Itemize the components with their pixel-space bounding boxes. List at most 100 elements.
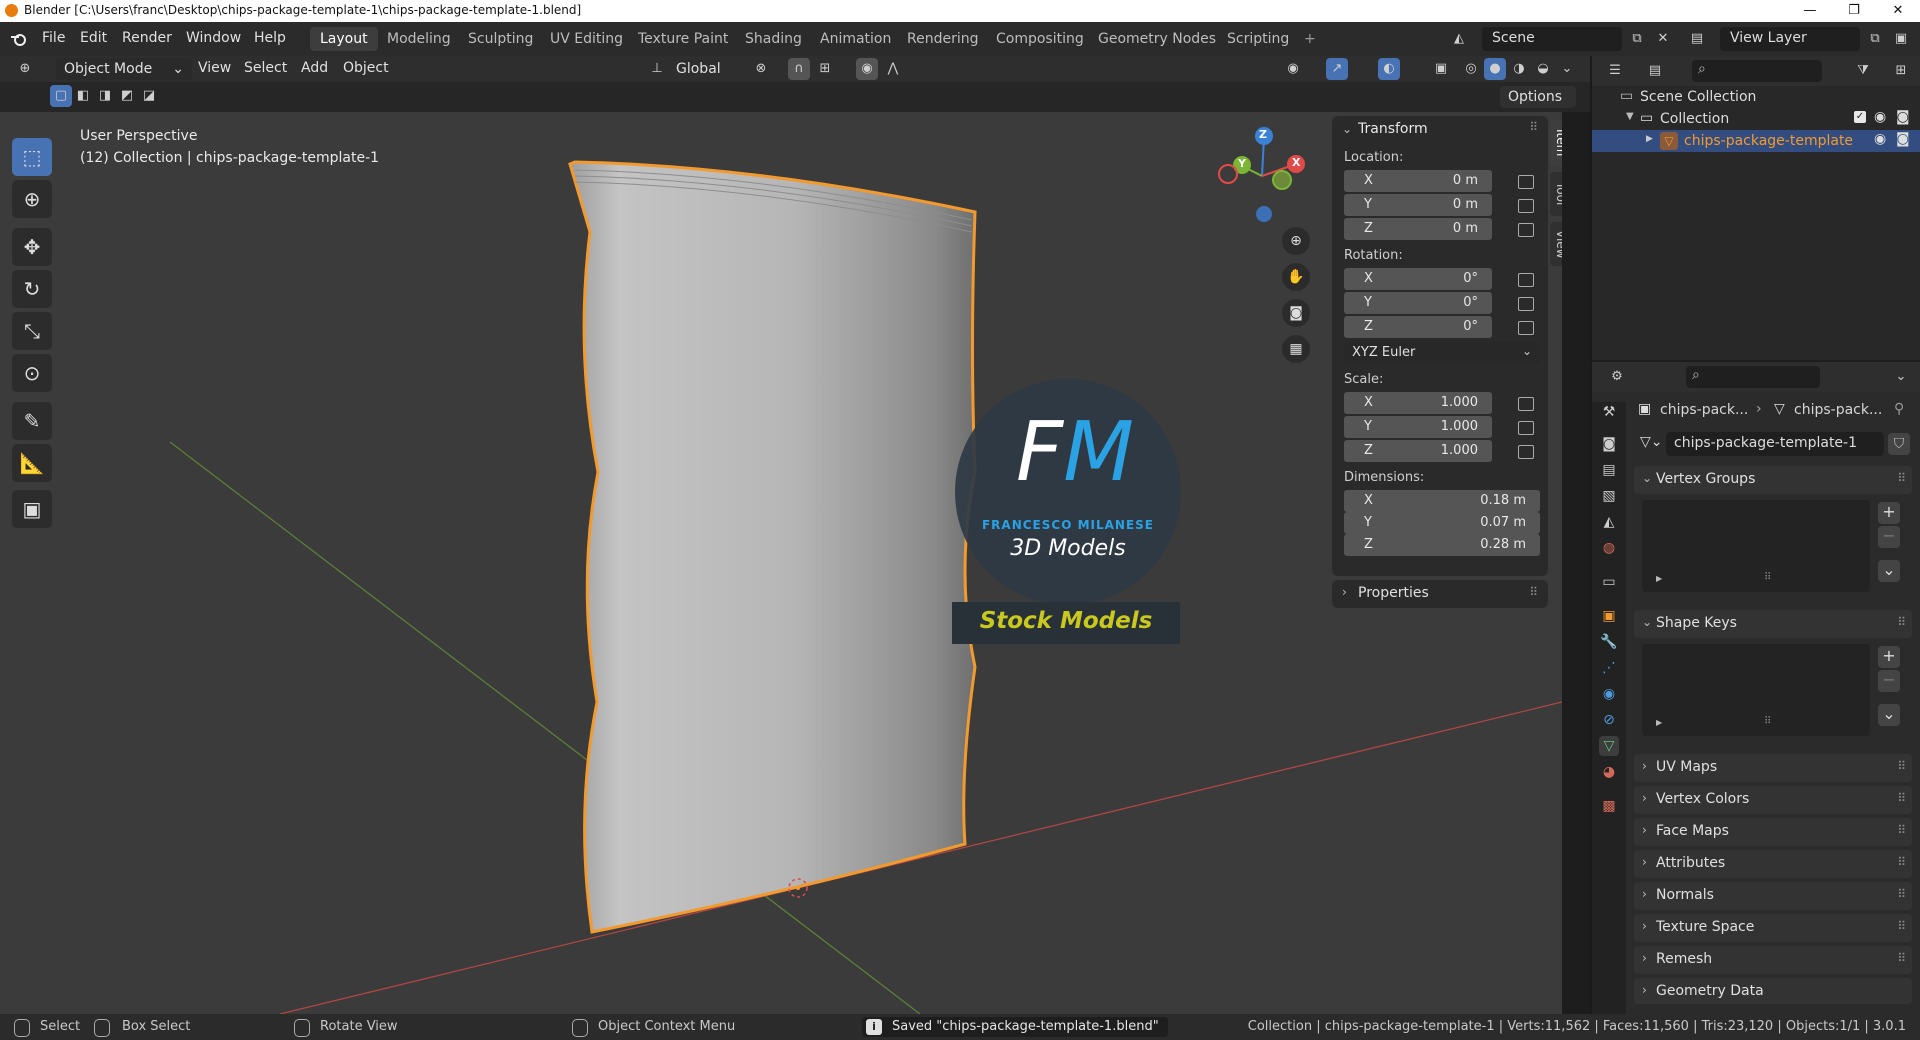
properties-editor-icon[interactable]: ⚙	[1606, 366, 1628, 388]
visibility-icon[interactable]: ◉	[1282, 58, 1304, 80]
outliner-search-input[interactable]: ⌕	[1692, 60, 1822, 82]
eye-icon[interactable]: ◉	[1874, 109, 1886, 125]
outliner-editor-icon[interactable]: ☰	[1604, 60, 1626, 82]
expand-arrow-icon[interactable]: ▶	[1656, 574, 1662, 583]
zoom-icon[interactable]: ⊕	[1282, 227, 1310, 255]
tab-geometry-nodes[interactable]: Geometry Nodes	[1088, 27, 1226, 51]
remove-shape-key-button[interactable]: −	[1878, 670, 1900, 692]
texture-tab-icon[interactable]: ▩	[1599, 796, 1619, 816]
editor-type-icon[interactable]: ⊕	[14, 58, 36, 80]
dimension-z-field[interactable]: Z 0.28 m	[1344, 534, 1540, 556]
view-layer-tab-icon[interactable]: ▧	[1599, 486, 1619, 506]
pan-hand-icon[interactable]: ✋	[1282, 263, 1310, 291]
outliner-row-scene-collection[interactable]: ▭ Scene Collection	[1592, 86, 1920, 108]
scene-tab-icon[interactable]: ◭	[1599, 512, 1619, 532]
move-tool-button[interactable]: ✥	[12, 228, 52, 266]
dimension-x-field[interactable]: X 0.18 m	[1344, 490, 1540, 512]
tab-uv-editing[interactable]: UV Editing	[540, 27, 633, 51]
menu-window[interactable]: Window	[186, 30, 241, 46]
menu-object[interactable]: Object	[343, 60, 389, 76]
3d-viewport[interactable]: FM FRANCESCO MILANESE 3D Models Stock Mo…	[0, 112, 1562, 1014]
tab-sculpting[interactable]: Sculpting	[458, 27, 543, 51]
mode-dropdown[interactable]: Object Mode ⌄	[56, 58, 192, 80]
select-extend-icon[interactable]: ◧	[72, 85, 94, 107]
lock-icon[interactable]	[1518, 223, 1534, 237]
expand-arrow-icon[interactable]: ▼	[1626, 111, 1634, 122]
measure-tool-button[interactable]: 📐	[12, 444, 52, 482]
xray-icon[interactable]: ▣	[1430, 58, 1452, 80]
view-layer-selector[interactable]: View Layer	[1720, 27, 1860, 51]
panel-attributes[interactable]: › Attributes ⠿	[1634, 850, 1912, 878]
transform-header[interactable]: Transform	[1358, 121, 1428, 137]
collection-tab-icon[interactable]: ▭	[1599, 572, 1619, 592]
tab-scripting[interactable]: Scripting	[1217, 27, 1299, 51]
lock-icon[interactable]	[1518, 397, 1534, 411]
select-invert-icon[interactable]: ◩	[116, 85, 138, 107]
location-x-field[interactable]: X 0 m	[1344, 170, 1492, 192]
panel-geometry-data[interactable]: › Geometry Data	[1634, 978, 1912, 1004]
add-workspace-button[interactable]: +	[1294, 27, 1326, 51]
mesh-name-field[interactable]: chips-package-template-1	[1666, 432, 1884, 456]
sidebar-tab-tool[interactable]: Tool	[1550, 172, 1562, 216]
wireframe-shading-icon[interactable]: ◎	[1460, 58, 1482, 80]
panel-face-maps[interactable]: › Face Maps ⠿	[1634, 818, 1912, 846]
tab-texture-paint[interactable]: Texture Paint	[628, 27, 738, 51]
display-mode-icon[interactable]: ▤	[1644, 60, 1666, 82]
rotate-tool-button[interactable]: ↻	[12, 270, 52, 308]
select-tool-button[interactable]: ⬚	[12, 138, 52, 176]
object-tab-icon[interactable]: ▣	[1599, 606, 1619, 626]
rotation-y-field[interactable]: Y 0°	[1344, 292, 1492, 314]
lock-icon[interactable]	[1518, 273, 1534, 287]
panel-normals[interactable]: › Normals ⠿	[1634, 882, 1912, 910]
vertex-group-menu-button[interactable]: ⌄	[1878, 560, 1900, 582]
scene-icon[interactable]: ◭	[1448, 28, 1470, 50]
vertex-groups-list[interactable]: ▶ ⠿	[1642, 500, 1870, 592]
delete-view-layer-icon[interactable]: ▣	[1890, 28, 1912, 50]
panel-texture-space[interactable]: › Texture Space ⠿	[1634, 914, 1912, 942]
delete-scene-icon[interactable]: ✕	[1652, 28, 1674, 50]
new-scene-icon[interactable]: ⧉	[1626, 28, 1648, 50]
orientation-dropdown[interactable]: Global	[668, 58, 756, 80]
physics-tab-icon[interactable]: ◉	[1599, 684, 1619, 704]
shape-key-menu-button[interactable]: ⌄	[1878, 704, 1900, 726]
sidebar-tab-view[interactable]: View	[1550, 222, 1562, 266]
rendered-shading-icon[interactable]: ◒	[1532, 58, 1554, 80]
snap-target-icon[interactable]: ⊞	[814, 58, 836, 80]
tab-shading[interactable]: Shading	[735, 27, 812, 51]
camera-render-icon[interactable]: ◙	[1896, 131, 1910, 147]
include-checkbox[interactable]: ✓	[1854, 111, 1866, 123]
outliner-row-object[interactable]: ▶ ▽ chips-package-template ◉ ◙	[1592, 130, 1920, 152]
menu-edit[interactable]: Edit	[80, 30, 107, 46]
select-new-icon[interactable]: ▢	[50, 85, 72, 107]
new-view-layer-icon[interactable]: ⧉	[1864, 28, 1886, 50]
new-collection-icon[interactable]: ⊞	[1890, 60, 1912, 82]
lock-icon[interactable]	[1518, 199, 1534, 213]
add-cube-tool-button[interactable]: ▣	[12, 490, 52, 528]
pivot-icon[interactable]: ⊗	[750, 58, 772, 80]
outliner-row-collection[interactable]: ▼ ▭ Collection ✓ ◉ ◙	[1592, 108, 1920, 130]
panel-vertex-groups[interactable]: ⌄ Vertex Groups ⠿	[1634, 466, 1912, 494]
tab-rendering[interactable]: Rendering	[897, 27, 989, 51]
dimension-y-field[interactable]: Y 0.07 m	[1344, 512, 1540, 534]
menu-render[interactable]: Render	[122, 30, 172, 46]
sidebar-tab-item[interactable]: Item	[1550, 120, 1562, 166]
view-layer-icon[interactable]: ▤	[1686, 28, 1708, 50]
navigation-gizmo[interactable]: Z Y X	[1210, 126, 1310, 236]
rotation-z-field[interactable]: Z 0°	[1344, 316, 1492, 338]
rotation-mode-dropdown[interactable]: XYZ Euler ⌄	[1344, 342, 1540, 364]
add-shape-key-button[interactable]: +	[1878, 646, 1900, 668]
eye-icon[interactable]: ◉	[1874, 131, 1886, 147]
gizmo-toggle-icon[interactable]: ↗	[1326, 58, 1348, 80]
minimize-button[interactable]: —	[1788, 0, 1832, 22]
tab-modeling[interactable]: Modeling	[377, 27, 461, 51]
snap-icon[interactable]: ∩	[788, 58, 810, 80]
material-shading-icon[interactable]: ◑	[1508, 58, 1530, 80]
lock-icon[interactable]	[1518, 445, 1534, 459]
camera-icon[interactable]: ◙	[1282, 299, 1310, 327]
blender-menu-icon[interactable]	[10, 31, 28, 47]
drag-grip-icon[interactable]: ⠿	[1529, 120, 1538, 134]
scale-tool-button[interactable]: ⤡	[12, 312, 52, 350]
camera-render-icon[interactable]: ◙	[1896, 109, 1910, 125]
scale-z-field[interactable]: Z 1.000	[1344, 440, 1492, 462]
solid-shading-icon[interactable]: ●	[1484, 58, 1506, 80]
